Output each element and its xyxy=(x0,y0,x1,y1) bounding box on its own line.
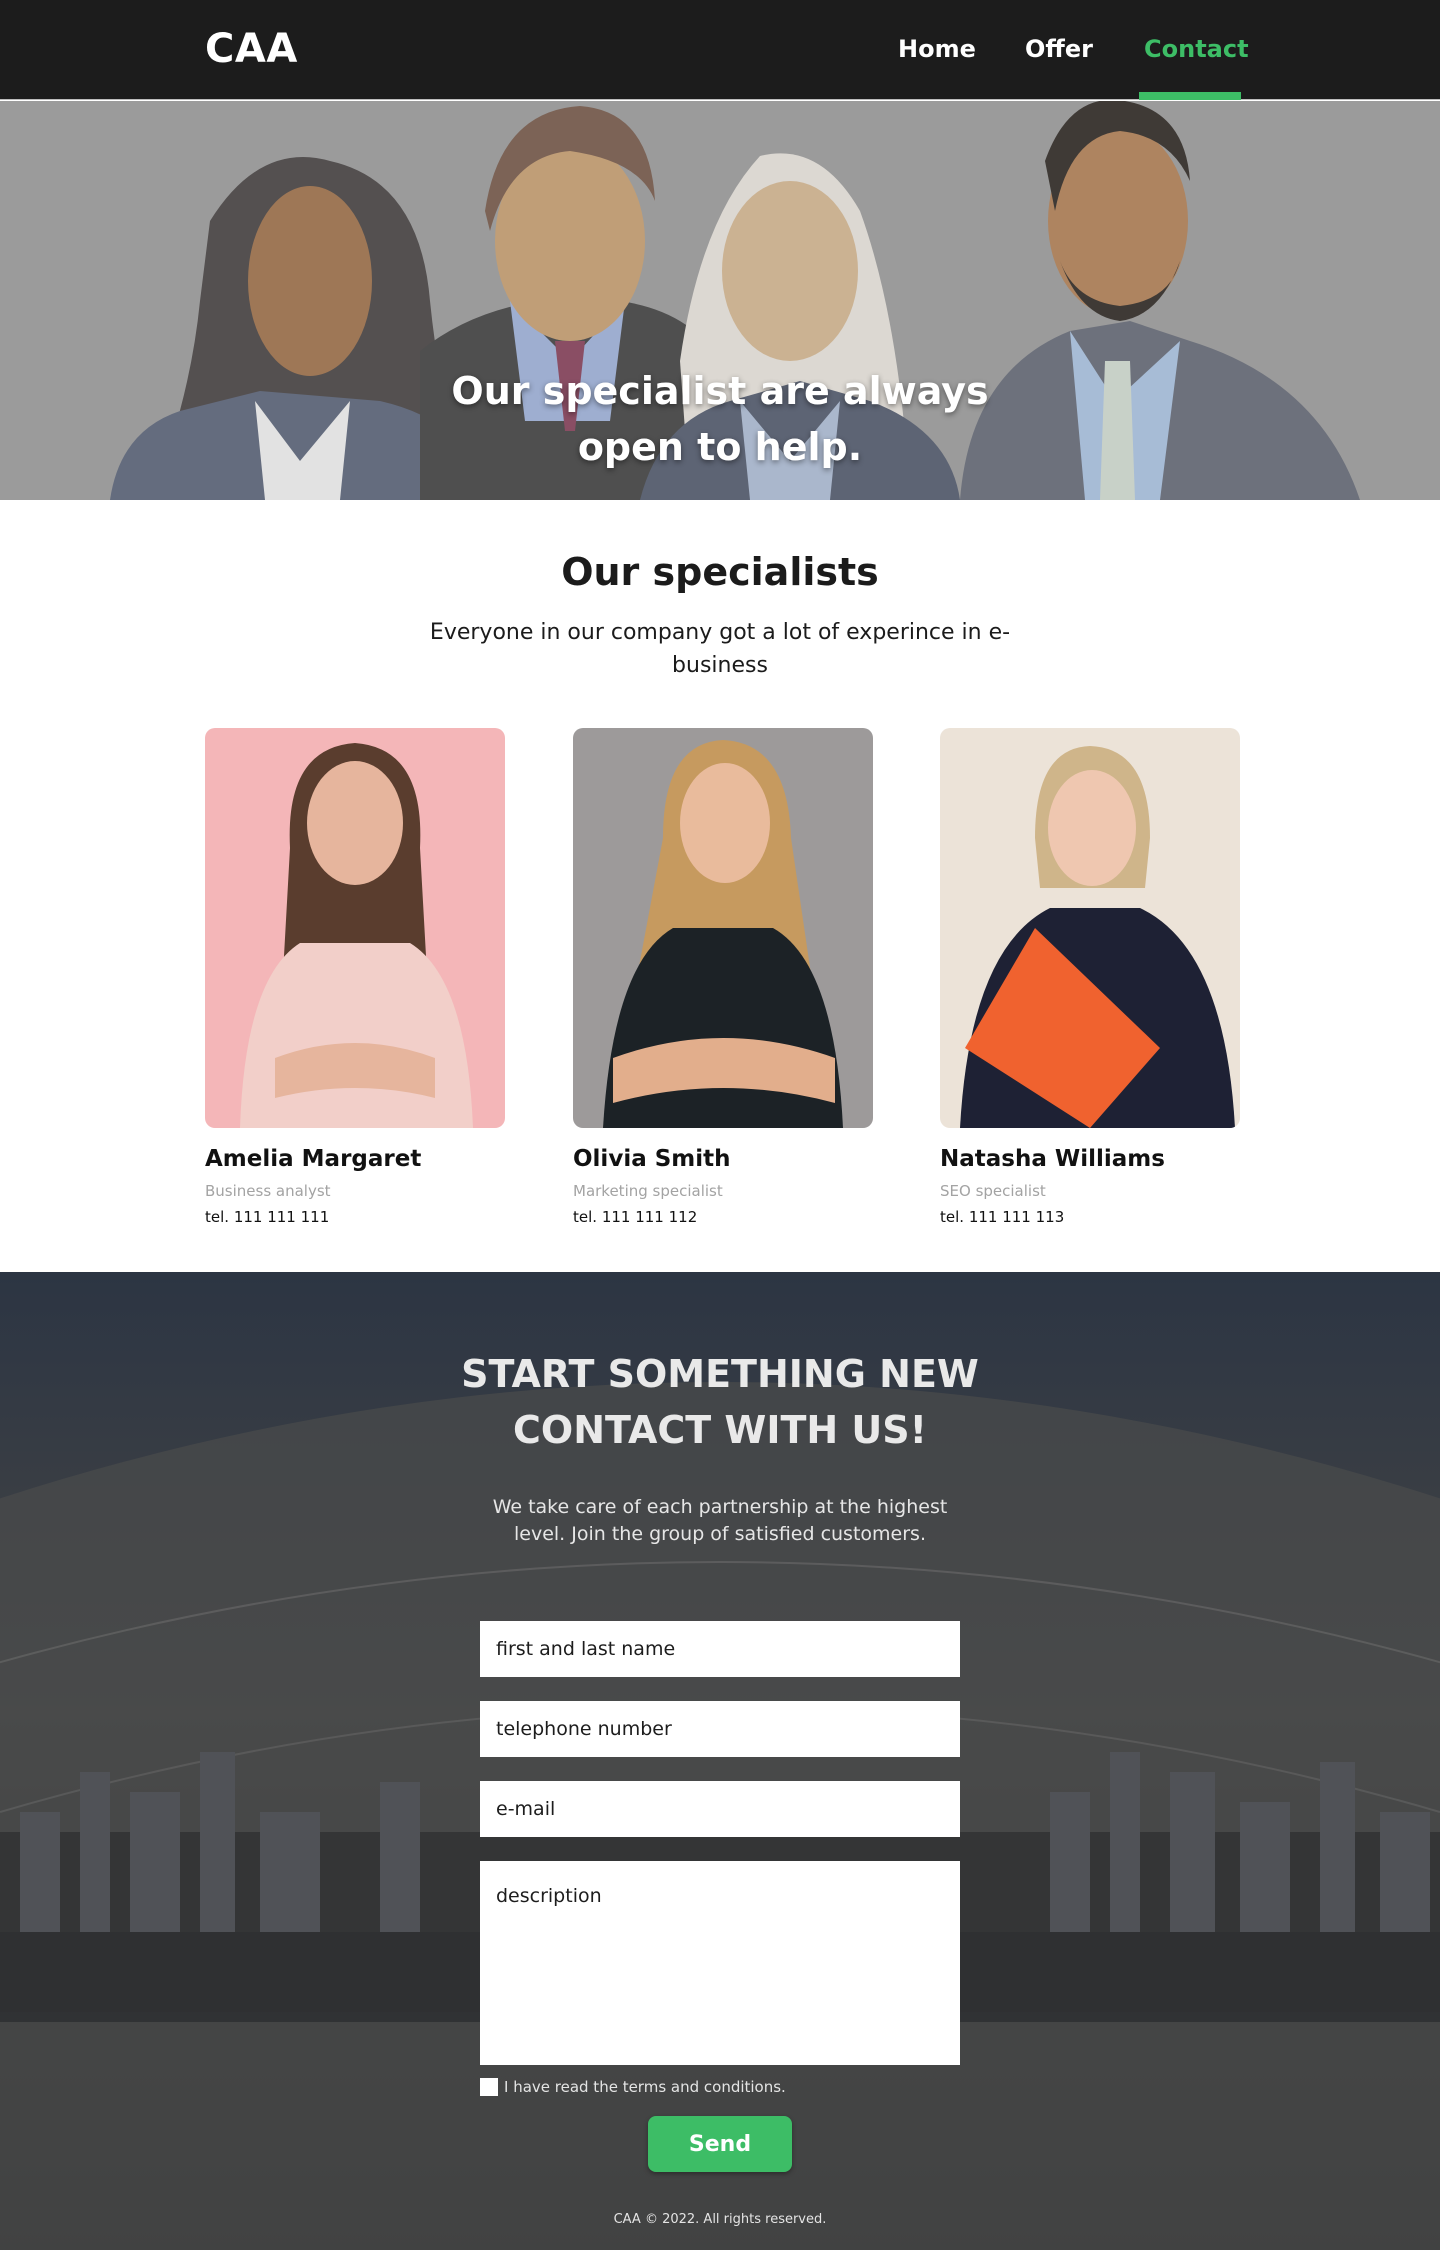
specialist-role: Marketing specialist xyxy=(573,1182,723,1200)
nav-active-indicator xyxy=(1139,92,1241,100)
specialist-role: Business analyst xyxy=(205,1182,331,1200)
specialist-card: Olivia Smith Marketing specialist tel. 1… xyxy=(573,728,873,1226)
specialist-photo xyxy=(573,728,873,1128)
site-header: CAA Home Offer Contact xyxy=(0,0,1440,100)
contact-title-line2: CONTACT WITH US! xyxy=(513,1408,927,1452)
specialist-card: Amelia Margaret Business analyst tel. 11… xyxy=(205,728,505,1226)
contact-title-line1: START SOMETHING NEW xyxy=(461,1352,979,1396)
specialist-name: Natasha Williams xyxy=(940,1146,1165,1172)
terms-label[interactable]: I have read the terms and conditions. xyxy=(504,2078,786,2096)
description-textarea[interactable]: description xyxy=(480,1861,960,2065)
contact-subtitle: We take care of each partnership at the … xyxy=(492,1496,948,1545)
specialist-card: Natasha Williams SEO specialist tel. 111… xyxy=(940,728,1240,1226)
logo[interactable]: CAA xyxy=(205,26,298,72)
specialist-tel: tel. 111 111 111 xyxy=(205,1208,330,1226)
hero-title-line1: Our specialist are always xyxy=(451,369,989,413)
specialist-name: Olivia Smith xyxy=(573,1146,731,1172)
name-input[interactable]: first and last name xyxy=(480,1621,960,1677)
specialist-role: SEO specialist xyxy=(940,1182,1046,1200)
nav-offer[interactable]: Offer xyxy=(1025,35,1093,63)
specialist-photo xyxy=(940,728,1240,1128)
contact-section: START SOMETHING NEW CONTACT WITH US! We … xyxy=(0,1272,1440,2250)
terms-row: I have read the terms and conditions. xyxy=(480,2078,786,2096)
terms-checkbox[interactable] xyxy=(480,2078,498,2096)
specialist-name: Amelia Margaret xyxy=(205,1146,422,1172)
phone-input[interactable]: telephone number xyxy=(480,1701,960,1757)
hero-title-line2: open to help. xyxy=(577,425,863,469)
nav-home[interactable]: Home xyxy=(898,35,976,63)
specialists-title: Our specialists xyxy=(561,550,879,594)
email-input[interactable]: e-mail xyxy=(480,1781,960,1837)
hero-banner: Our specialist are always open to help. xyxy=(0,101,1440,500)
contact-title: START SOMETHING NEW CONTACT WITH US! xyxy=(0,1346,1440,1458)
nav-contact[interactable]: Contact xyxy=(1144,35,1249,63)
specialist-tel: tel. 111 111 113 xyxy=(940,1208,1065,1226)
specialist-tel: tel. 111 111 112 xyxy=(573,1208,698,1226)
hero-title: Our specialist are always open to help. xyxy=(0,363,1440,475)
specialists-subtitle: Everyone in our company got a lot of exp… xyxy=(429,620,1011,678)
send-button[interactable]: Send xyxy=(648,2116,792,2172)
specialist-photo xyxy=(205,728,505,1128)
footer-copyright: CAA © 2022. All rights reserved. xyxy=(613,2212,827,2227)
